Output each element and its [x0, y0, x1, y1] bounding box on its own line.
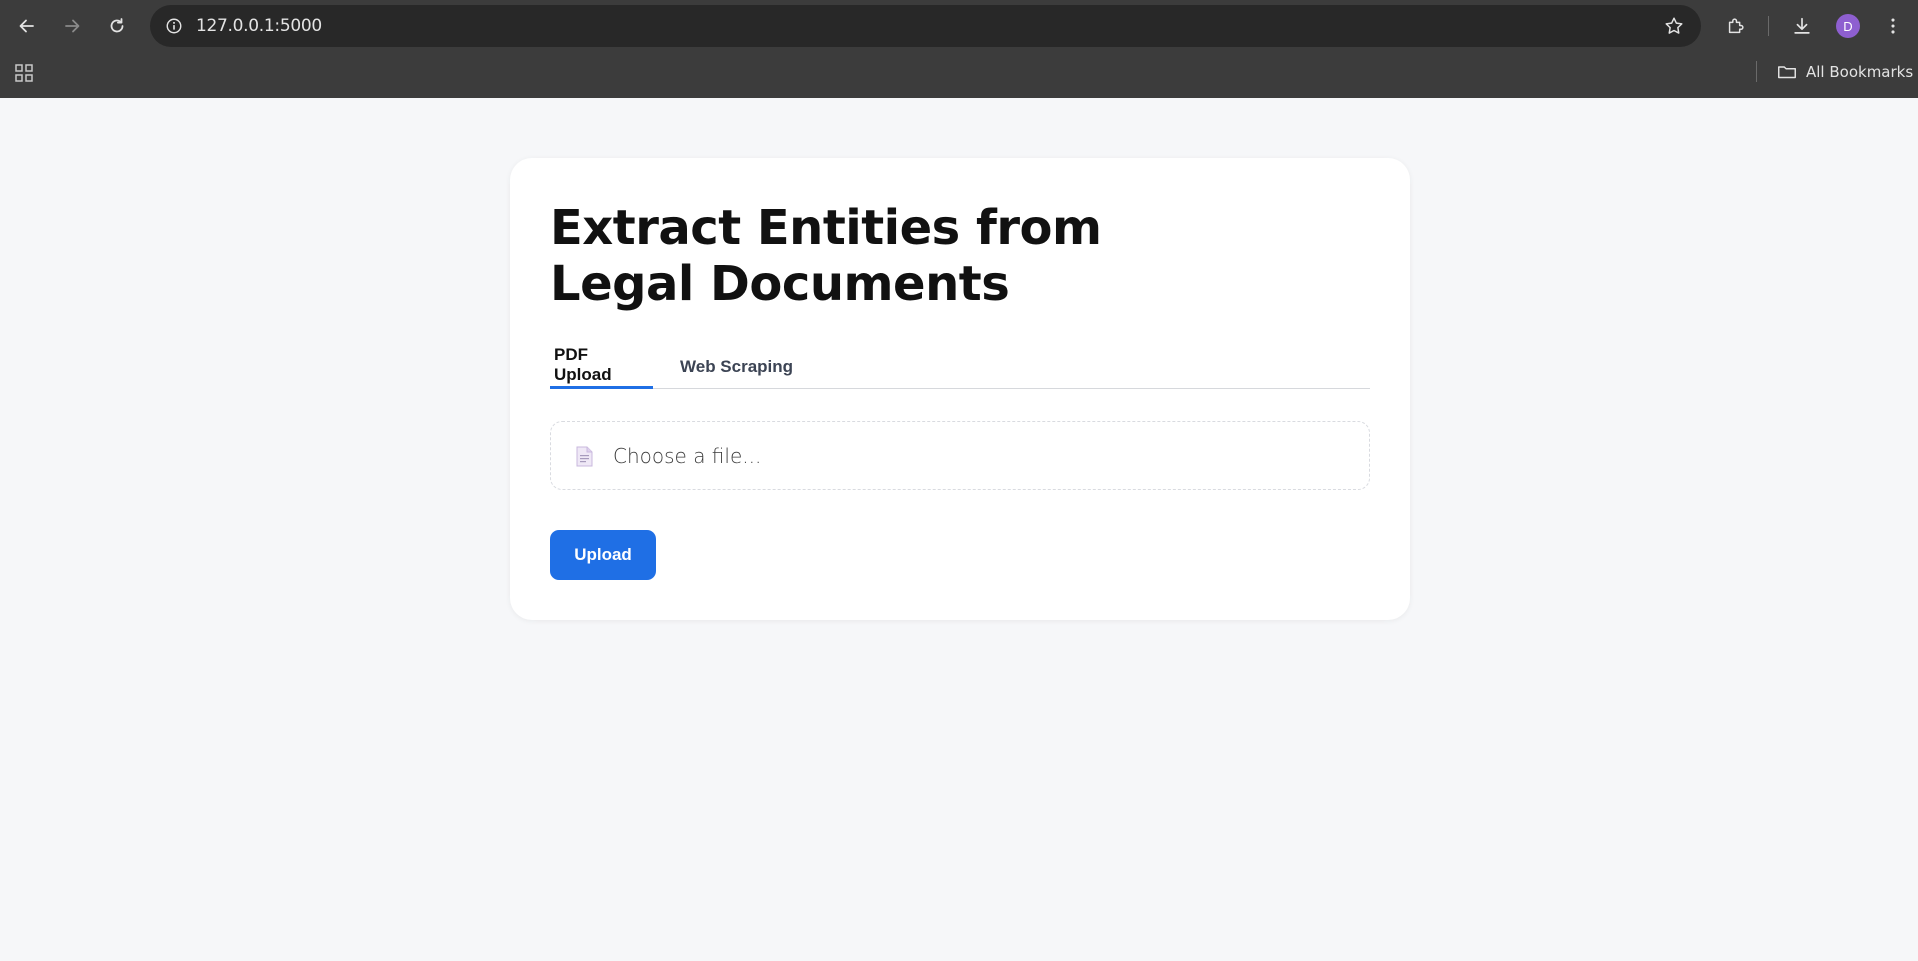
page-title-line1: Extract Entities from [550, 200, 1102, 256]
more-vert-icon[interactable] [1880, 13, 1906, 39]
browser-toolbar: 127.0.0.1:5000 D [0, 0, 1918, 51]
file-input[interactable]: Choose a file... [550, 421, 1370, 490]
page-title-line2: Legal Documents [550, 256, 1010, 312]
upload-button[interactable]: Upload [550, 530, 656, 580]
toolbar-separator [1768, 16, 1769, 36]
bookmarks-separator [1756, 61, 1757, 82]
reload-icon [110, 18, 124, 33]
download-icon[interactable] [1789, 13, 1815, 39]
site-info-icon[interactable] [162, 14, 186, 38]
address-bar[interactable]: 127.0.0.1:5000 [150, 5, 1701, 47]
forward-button[interactable] [56, 10, 88, 42]
apps-grid-icon[interactable] [14, 63, 34, 83]
all-bookmarks-button[interactable]: All Bookmarks [1776, 61, 1913, 83]
document-icon [576, 446, 593, 467]
tab-web-scraping[interactable]: Web Scraping [676, 344, 797, 389]
bookmark-star-icon[interactable] [1663, 15, 1685, 37]
profile-avatar[interactable]: D [1836, 14, 1860, 38]
tab-pdf-upload[interactable]: PDF Upload [550, 344, 653, 389]
extensions-icon[interactable] [1723, 13, 1749, 39]
file-input-label: Choose a file... [613, 444, 762, 468]
bookmarks-bar [0, 51, 1918, 98]
upload-card: Extract Entities from Legal Documents PD… [510, 158, 1410, 620]
reload-button[interactable] [101, 10, 133, 42]
url-text[interactable]: 127.0.0.1:5000 [196, 16, 322, 36]
back-arrow-icon [19, 19, 34, 33]
back-button[interactable] [11, 10, 43, 42]
forward-arrow-icon [65, 19, 80, 33]
all-bookmarks-label: All Bookmarks [1806, 63, 1914, 81]
page-title: Extract Entities from Legal Documents [550, 200, 1150, 312]
tab-bar: PDF Upload Web Scraping [550, 344, 1370, 389]
folder-icon [1778, 66, 1796, 79]
